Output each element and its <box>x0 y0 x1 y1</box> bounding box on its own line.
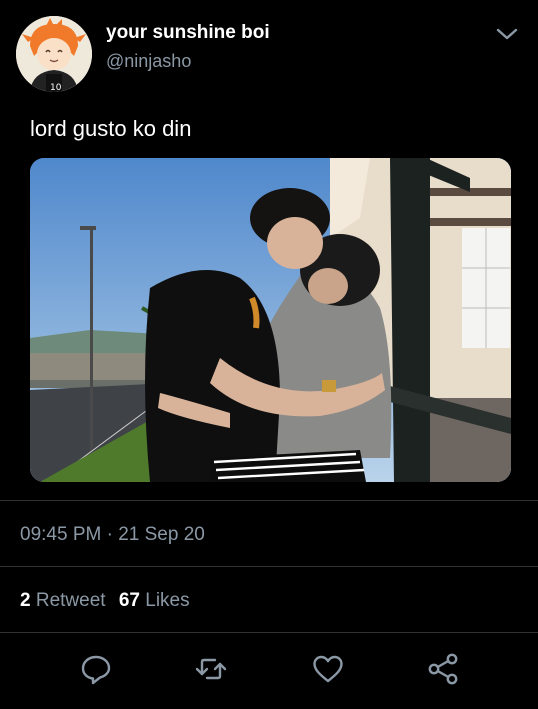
retweet-stat[interactable]: 2 Retweet <box>20 590 106 611</box>
display-name[interactable]: your sunshine boi <box>106 22 270 44</box>
tweet-stats: 2 Retweet 67 Likes <box>20 590 190 612</box>
divider <box>0 632 538 633</box>
likes-stat[interactable]: 67 Likes <box>119 590 190 611</box>
likes-label: Likes <box>145 590 190 611</box>
retweet-icon[interactable] <box>194 652 228 686</box>
divider <box>0 566 538 567</box>
divider <box>0 500 538 501</box>
tweet-timestamp[interactable]: 09:45 PM · 21 Sep 20 <box>20 524 205 546</box>
reply-icon[interactable] <box>79 652 113 686</box>
avatar[interactable]: 10 <box>16 16 92 92</box>
likes-count: 67 <box>118 590 140 611</box>
tweet-photo[interactable] <box>30 158 511 482</box>
action-bar <box>0 650 538 690</box>
heart-icon[interactable] <box>311 652 345 686</box>
retweet-label: Retweet <box>35 590 106 611</box>
share-icon[interactable] <box>426 652 460 686</box>
tweet-text: lord gusto ko din <box>30 116 192 141</box>
chevron-down-icon[interactable] <box>494 24 520 44</box>
retweet-count: 2 <box>20 590 31 611</box>
user-handle[interactable]: @ninjasho <box>106 51 191 72</box>
svg-text:10: 10 <box>50 83 62 92</box>
